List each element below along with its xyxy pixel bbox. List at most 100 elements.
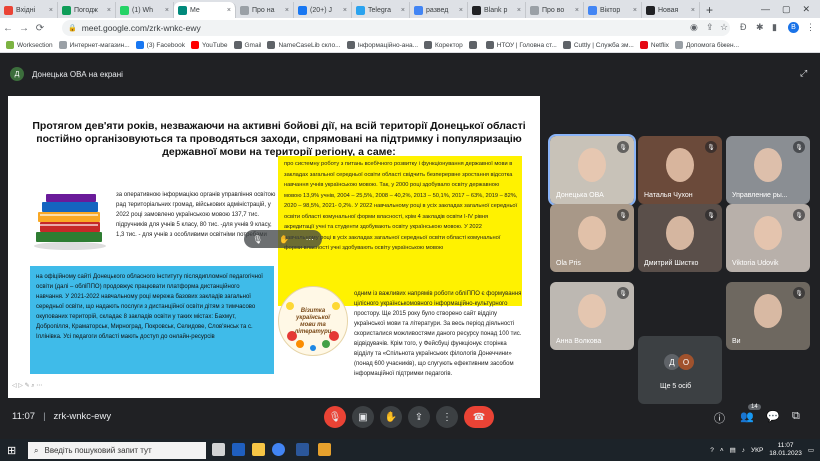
new-tab-icon[interactable]: + [700,2,719,18]
bookmarks-bar: Worksection Интернет-магазин... (3) Facebo… [0,38,820,53]
bookmark-item[interactable] [468,41,480,49]
close-tab-icon[interactable]: × [107,7,111,14]
bookmark-item[interactable]: NameCaseLib скло... [267,41,341,49]
puzzle-icon[interactable]: ✱ [756,22,764,33]
network-icon[interactable]: ▤ [730,446,736,454]
bookmark-item[interactable]: Netflix [639,41,669,49]
bookmark-item[interactable]: Интернет-магазин... [58,41,130,49]
clock[interactable]: 11:07 18.01.2023 [769,442,802,458]
profile-icon[interactable]: В [788,22,799,33]
browser-tab[interactable]: Віктор × [584,2,642,18]
taskbar-search[interactable]: ⌕ Введіть пошуковий запит тут [28,442,206,459]
tray-arrow-icon[interactable]: ˄ [720,447,724,454]
windows-start-icon[interactable]: ⊞ [0,444,16,457]
participant-tile[interactable]: 🎙 Наталья Чухон [638,136,722,204]
word-icon[interactable] [296,443,309,456]
bookmark-item[interactable]: Worksection [6,41,53,49]
bookmark-item[interactable]: Коректор [424,41,463,49]
edge-icon[interactable] [232,443,245,456]
close-tab-icon[interactable]: × [343,7,347,14]
mic-muted-icon: 🎙 [617,287,629,299]
minimize-icon[interactable]: — [755,4,776,14]
more-participants-tile[interactable]: Д О Ще 5 осіб [638,336,722,404]
expand-icon[interactable]: ⤢ [800,68,807,79]
bookmark-item[interactable]: Cuttly | Служба зм... [562,41,634,49]
close-tab-icon[interactable]: × [227,7,231,14]
close-tab-icon[interactable]: × [575,7,579,14]
bookmark-item[interactable]: Допомога біжен... [674,41,739,49]
bookmark-item[interactable]: Gmail [233,41,261,49]
participant-tile[interactable]: 🎙 Управление ры... [726,136,810,204]
bookmark-item[interactable]: (3) Facebook [135,41,185,49]
browser-tab[interactable]: (1) Wh × [116,2,174,18]
address-bar[interactable]: 🔒 meet.google.com/zrk-wnkc-ewy [62,20,730,36]
close-tab-icon[interactable]: × [633,7,637,14]
browser-tab[interactable]: Вхідні × [0,2,58,18]
bookmark-item[interactable]: YouTube [190,41,228,49]
slide-nav-icons[interactable]: ◁ ▷ ✎ ⌕ ⋯ [12,382,42,390]
participant-tile[interactable]: 🎙 Viktoria Udovik [726,204,810,272]
back-icon[interactable]: ← [0,23,16,34]
camera-toggle-button[interactable]: ▣ [352,406,374,428]
info-icon[interactable]: ⓘ [714,410,725,426]
participant-tile[interactable]: 🎙 Ви [726,282,810,350]
maximize-icon[interactable]: ▢ [776,4,797,15]
share-icon[interactable]: ⇪ [706,22,714,33]
notifications-icon[interactable]: ▭ [808,446,814,454]
hand-icon[interactable]: ✋ [279,235,289,244]
reload-icon[interactable]: ⟳ [32,23,48,34]
browser-tab[interactable]: Telegra × [352,2,410,18]
extension-icon[interactable]: Ð [740,22,747,32]
language-indicator[interactable]: УКР [751,447,763,454]
more-options-button[interactable]: ⋮ [436,406,458,428]
small-avatar: О [678,354,694,370]
people-icon[interactable]: 👥 [740,410,754,423]
close-tab-icon[interactable]: × [285,7,289,14]
more-icon[interactable]: ⋯ [306,235,314,244]
participant-tile[interactable]: 🎙 Ola Pris [550,204,634,272]
task-view-icon[interactable] [212,443,225,456]
close-tab-icon[interactable]: × [691,7,695,14]
present-button[interactable]: ⇪ [408,406,430,428]
forward-icon[interactable]: → [16,23,32,34]
activities-icon[interactable]: ⧉ [792,410,800,423]
participant-tile[interactable]: 🎙 Дмитрий Шистко [638,204,722,272]
close-window-icon[interactable]: ✕ [796,4,816,15]
bookmark-icon [267,41,276,49]
close-tab-icon[interactable]: × [49,7,53,14]
participant-tile[interactable]: 🎙 Донецька ОВА [548,134,636,206]
browser-tab[interactable]: Blank p × [468,2,526,18]
mic-off-icon[interactable]: 🎙 [252,235,262,244]
bookmark-item[interactable]: НТОУ | Головна ст... [485,41,557,49]
bookmark-item[interactable]: Інформаційно-ана... [346,41,418,49]
browser-tab[interactable]: (20+) J × [294,2,352,18]
close-tab-icon[interactable]: × [459,7,463,14]
explorer-icon[interactable] [252,443,265,456]
browser-tab[interactable]: Про на × [236,2,294,18]
participant-tile[interactable]: 🎙 Анна Волкова [550,282,634,350]
bookmark-label: Netflix [650,41,669,49]
app-icon[interactable] [318,443,331,456]
browser-tab[interactable]: Новая × [642,2,700,18]
browser-tab[interactable]: Про во × [526,2,584,18]
mic-toggle-button[interactable]: 🎙 [324,406,346,428]
raise-hand-button[interactable]: ✋ [380,406,402,428]
tab-label: (1) Wh [132,6,153,14]
bookmark-label: YouTube [201,41,228,49]
help-icon[interactable]: ? [710,447,714,454]
end-call-button[interactable]: ☎ [464,406,494,428]
chrome-icon[interactable] [272,443,285,456]
menu-icon[interactable]: ⋮ [806,22,815,33]
camera-indicator-icon[interactable]: ◉ [690,22,698,33]
browser-tab[interactable]: Погодж × [58,2,116,18]
chat-icon[interactable]: 💬 [766,410,780,423]
close-tab-icon[interactable]: × [401,7,405,14]
browser-tab[interactable]: развед × [410,2,468,18]
browser-tab[interactable]: Me × [174,2,236,18]
sidepanel-icon[interactable]: ▮ [772,22,777,33]
close-tab-icon[interactable]: × [165,7,169,14]
volume-icon[interactable]: ♪ [742,447,745,454]
star-icon[interactable]: ☆ [720,22,728,33]
bookmark-label: Интернет-магазин... [69,41,130,49]
close-tab-icon[interactable]: × [517,7,521,14]
